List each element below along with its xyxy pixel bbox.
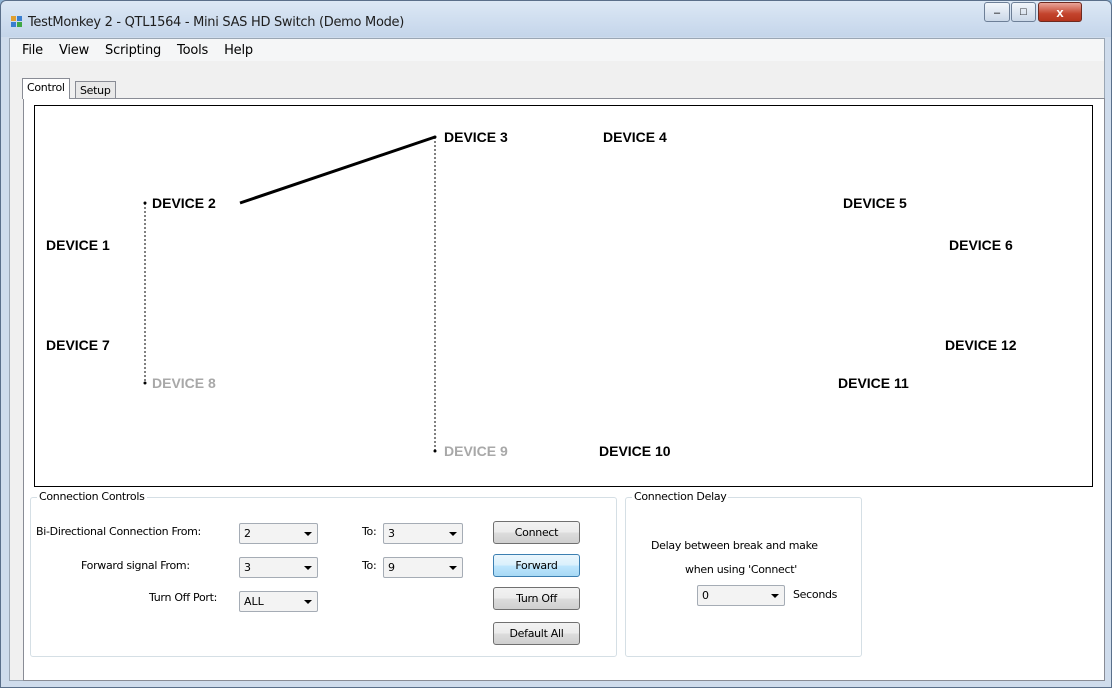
turn-off-button[interactable]: Turn Off: [493, 587, 580, 610]
device-7[interactable]: DEVICE 7: [46, 337, 110, 353]
forward-to-select[interactable]: 9: [383, 557, 463, 578]
forward-from-label: Forward signal From:: [81, 559, 190, 572]
delay-description-line2: when using 'Connect': [685, 563, 797, 576]
chevron-down-icon: [304, 600, 312, 604]
forward-to-value: 9: [388, 561, 395, 574]
turn-off-port-value: ALL: [244, 595, 264, 608]
device-5[interactable]: DEVICE 5: [843, 195, 907, 211]
port-dot-3: [433, 135, 437, 139]
chevron-down-icon: [771, 594, 779, 598]
maximize-icon: □: [1020, 6, 1027, 18]
connection-delay-title: Connection Delay: [632, 490, 729, 503]
chevron-down-icon: [304, 532, 312, 536]
device-8[interactable]: DEVICE 8: [152, 375, 216, 391]
forward-button[interactable]: Forward: [493, 554, 580, 577]
chevron-down-icon: [304, 566, 312, 570]
app-window: TestMonkey 2 - QTL1564 - Mini SAS HD Swi…: [0, 0, 1112, 688]
bidir-from-value: 2: [244, 527, 251, 540]
connection-delay-group: Connection Delay Delay between break and…: [625, 490, 862, 657]
device-9[interactable]: DEVICE 9: [444, 443, 508, 459]
connection-line-2-3: [239, 135, 436, 205]
device-6[interactable]: DEVICE 6: [949, 237, 1013, 253]
close-button[interactable]: x: [1038, 2, 1082, 22]
tab-setup[interactable]: Setup: [75, 81, 116, 99]
delay-unit-label: Seconds: [793, 588, 838, 601]
menu-tools[interactable]: Tools: [169, 43, 216, 58]
control-panel: DEVICE 1 DEVICE 2 DEVICE 3 DEVICE 4 DEVI…: [23, 98, 1105, 681]
forward-to-label: To:: [362, 559, 377, 572]
menu-bar: File View Scripting Tools Help: [10, 39, 1104, 61]
chevron-down-icon: [449, 532, 457, 536]
bidir-to-value: 3: [388, 527, 395, 540]
chevron-down-icon: [449, 566, 457, 570]
device-map: DEVICE 1 DEVICE 2 DEVICE 3 DEVICE 4 DEVI…: [34, 105, 1093, 487]
device-4[interactable]: DEVICE 4: [603, 129, 667, 145]
default-all-button[interactable]: Default All: [493, 622, 580, 645]
menu-file[interactable]: File: [14, 43, 51, 58]
device-3[interactable]: DEVICE 3: [444, 129, 508, 145]
maximize-button[interactable]: □: [1011, 2, 1036, 22]
port-dot-9: [433, 449, 437, 453]
delay-seconds-value: 0: [702, 589, 709, 602]
delay-seconds-select[interactable]: 0: [697, 585, 785, 606]
connection-controls-title: Connection Controls: [37, 490, 147, 503]
bidir-to-select[interactable]: 3: [383, 523, 463, 544]
device-12[interactable]: DEVICE 12: [945, 337, 1017, 353]
connection-lines: [143, 135, 437, 453]
connect-button[interactable]: Connect: [493, 521, 580, 544]
port-dot-2: [143, 201, 147, 205]
tab-control[interactable]: Control: [22, 78, 70, 99]
app-icon: [11, 16, 23, 28]
window-title: TestMonkey 2 - QTL1564 - Mini SAS HD Swi…: [28, 15, 405, 30]
bidir-from-label: Bi-Directional Connection From:: [36, 525, 201, 538]
delay-description-line1: Delay between break and make: [651, 539, 818, 552]
device-2[interactable]: DEVICE 2: [152, 195, 216, 211]
device-1[interactable]: DEVICE 1: [46, 237, 110, 253]
turn-off-port-label: Turn Off Port:: [149, 591, 218, 604]
title-bar[interactable]: TestMonkey 2 - QTL1564 - Mini SAS HD Swi…: [1, 1, 1111, 37]
minimize-button[interactable]: –: [984, 2, 1010, 22]
bidir-to-label: To:: [362, 525, 377, 538]
forward-from-select[interactable]: 3: [239, 557, 318, 578]
menu-scripting[interactable]: Scripting: [97, 43, 169, 58]
bidir-from-select[interactable]: 2: [239, 523, 318, 544]
menu-help[interactable]: Help: [216, 43, 261, 58]
port-dot-8: [143, 381, 147, 385]
menu-view[interactable]: View: [51, 43, 97, 58]
turn-off-port-select[interactable]: ALL: [239, 591, 318, 612]
minimize-icon: –: [993, 7, 1001, 19]
device-11[interactable]: DEVICE 11: [838, 375, 909, 391]
forward-from-value: 3: [244, 561, 251, 574]
device-10[interactable]: DEVICE 10: [599, 443, 671, 459]
client-area: File View Scripting Tools Help Control S…: [9, 38, 1105, 681]
connection-controls-group: Connection Controls Bi-Directional Conne…: [30, 490, 617, 657]
close-icon: x: [1056, 4, 1064, 20]
